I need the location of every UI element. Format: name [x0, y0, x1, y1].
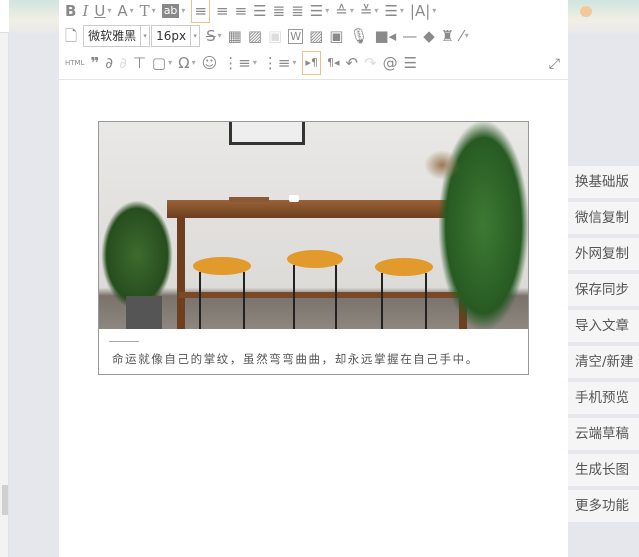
format-icon[interactable]: T [140, 0, 150, 22]
template-icon[interactable]: ⊤ [133, 52, 146, 74]
search-replace-icon[interactable]: @ [383, 52, 398, 74]
letter-spacing-icon[interactable]: |A| [410, 0, 430, 22]
insert-image-icon[interactable]: ▨ [309, 25, 323, 47]
italic-icon[interactable]: I [82, 0, 88, 22]
multi-image-icon[interactable]: ▣ [329, 25, 343, 47]
toolbar: B I U ▾ A ▾ T ▾ ab ▾ ≡ ≡ ≡ ☰ ≣ ≣ ☰ ▾ ≙ ▾ ≚ ▾ ☰ ▾… [59, 0, 568, 80]
indent-icon[interactable]: ≣ [273, 0, 286, 22]
link-icon[interactable]: ∂ [105, 52, 113, 74]
ordered-list-icon[interactable]: ⋮≡ [223, 52, 251, 74]
underline-icon[interactable]: U [94, 0, 105, 22]
word-icon[interactable]: W [288, 28, 304, 44]
image-card: 命运就像自己的掌纹，虽然弯弯曲曲，却永远掌握在自己手中。 [98, 121, 529, 375]
external-copy-button[interactable]: 外网复制 [568, 238, 639, 270]
unlink-icon[interactable]: ∂ [119, 52, 127, 74]
import-article-button[interactable]: 导入文章 [568, 310, 639, 342]
image-caption[interactable]: 命运就像自己的掌纹，虽然弯弯曲曲，却永远掌握在自己手中。 [112, 351, 479, 367]
eraser-icon[interactable]: ◆ [423, 25, 435, 47]
save-sync-button[interactable]: 保存同步 [568, 274, 639, 306]
strikethrough-icon[interactable]: S [206, 25, 216, 47]
wechat-copy-button[interactable]: 微信复制 [568, 202, 639, 234]
photo-table-stools[interactable] [99, 122, 528, 329]
shell-icon [580, 6, 592, 17]
table-icon[interactable]: ▦ [228, 25, 242, 47]
new-document-icon[interactable]: 🗋 [65, 25, 77, 47]
background-color-icon[interactable]: ab [161, 4, 180, 18]
special-char-icon[interactable]: Ω [178, 52, 189, 74]
generate-long-image-button[interactable]: 生成长图 [568, 454, 639, 486]
image-icon[interactable]: ▨ [248, 25, 262, 47]
row-spacing-top-icon[interactable]: ≙ [335, 0, 348, 22]
align-right-icon[interactable]: ≡ [235, 0, 248, 22]
align-justify-icon[interactable]: ☰ [253, 0, 266, 22]
font-size-value: 16px [156, 29, 187, 43]
scrollbar[interactable] [2, 485, 8, 515]
html-button[interactable]: HTML [65, 52, 84, 74]
magic-wand-icon[interactable]: ⁄ [460, 25, 463, 47]
more-features-button[interactable]: 更多功能 [568, 490, 639, 522]
line-height-icon[interactable]: ≣ [291, 0, 304, 22]
frame-icon[interactable]: ▢ [152, 52, 166, 74]
font-family-value: 微软雅黑 [88, 29, 137, 43]
align-left-icon[interactable]: ≡ [191, 0, 211, 23]
clear-new-button[interactable]: 清空/新建 [568, 346, 639, 378]
caption-divider [109, 341, 139, 342]
word-image-icon[interactable]: ▣ [268, 25, 282, 47]
font-size-select[interactable]: 16px ▾ [151, 25, 201, 47]
video-icon[interactable]: ■◂ [375, 25, 397, 47]
horizontal-rule-icon[interactable]: — [402, 25, 417, 47]
audio-icon[interactable]: 🎙 [349, 25, 368, 47]
mobile-preview-button[interactable]: 手机预览 [568, 382, 639, 414]
font-family-select[interactable]: 微软雅黑 ▾ [83, 25, 151, 47]
format-painter-icon[interactable]: ♜ [441, 25, 454, 47]
banner-right [568, 0, 639, 33]
outdent-icon[interactable]: ☰ [310, 0, 323, 22]
align-center-icon[interactable]: ≡ [216, 0, 229, 22]
list-indent-icon[interactable]: ☰ [384, 0, 397, 22]
left-panel [0, 0, 9, 557]
undo-icon[interactable]: ↶ [345, 52, 358, 74]
font-color-icon[interactable]: A [117, 0, 127, 22]
redo-icon[interactable]: ↷ [364, 52, 377, 74]
fullscreen-icon[interactable]: ⤢ [549, 56, 560, 72]
emoji-icon[interactable]: ☺ [202, 52, 218, 74]
row-spacing-bottom-icon[interactable]: ≚ [360, 0, 373, 22]
paragraph-format-icon[interactable]: ☰ [404, 52, 417, 74]
banner-left [9, 0, 59, 33]
unordered-list-icon[interactable]: ⋮≡ [263, 52, 291, 74]
quote-icon[interactable]: ❞ [90, 52, 99, 74]
editor: B I U ▾ A ▾ T ▾ ab ▾ ≡ ≡ ≡ ☰ ≣ ≣ ☰ ▾ ≙ ▾ ≚ ▾ ☰ ▾… [59, 0, 568, 557]
rtl-icon[interactable]: ¶◂ [327, 52, 340, 74]
bold-icon[interactable]: B [65, 0, 76, 22]
cloud-drafts-button[interactable]: 云端草稿 [568, 418, 639, 450]
switch-basic-button[interactable]: 换基础版 [568, 166, 639, 198]
ltr-icon[interactable]: ▸¶ [302, 51, 321, 75]
